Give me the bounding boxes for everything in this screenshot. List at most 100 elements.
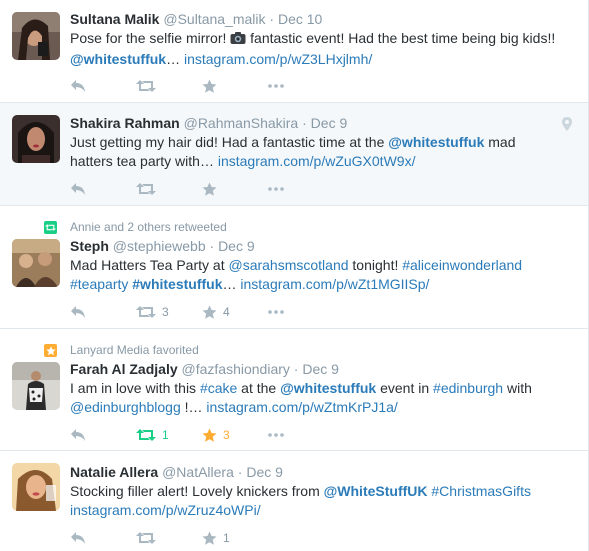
retweet-icon — [136, 305, 156, 319]
fullname[interactable]: Farah Al Zadjaly — [70, 361, 178, 377]
favorite-button[interactable]: 4 — [202, 305, 268, 320]
instagram-link[interactable]: instagram.com/p/wZruz4oWPi/ — [70, 502, 261, 518]
more-button[interactable] — [268, 310, 334, 314]
timestamp[interactable]: Dec 9 — [218, 238, 255, 254]
avatar[interactable] — [12, 12, 60, 60]
text-segment: !… — [180, 399, 207, 415]
separator-dot: · — [293, 361, 299, 377]
retweet-count[interactable]: 1 — [162, 428, 169, 442]
more-button[interactable] — [268, 187, 334, 191]
retweet-button[interactable] — [136, 79, 202, 93]
hashtag-link[interactable]: #edinburgh — [433, 380, 503, 396]
retweet-icon — [136, 531, 156, 545]
username[interactable]: @fazfashiondiary — [182, 361, 290, 377]
instagram-link[interactable]: instagram.com/p/wZuGX0tW9x/ — [218, 153, 416, 169]
reply-button[interactable] — [70, 428, 136, 442]
instagram-link[interactable]: instagram.com/p/wZ3LHxjlmh/ — [184, 51, 372, 67]
tweet-header: Steph @stephiewebb · Dec 9 — [70, 236, 578, 256]
tweet-shakira[interactable]: Shakira Rahman @RahmanShakira · Dec 9 Ju… — [0, 103, 588, 206]
tweet-natalie[interactable]: Natalie Allera @NatAllera · Dec 9 Stocki… — [0, 451, 588, 551]
reply-button[interactable] — [70, 79, 136, 93]
tweet-steph[interactable]: Annie and 2 others retweeted Steph @step… — [0, 206, 588, 329]
favorite-count[interactable]: 1 — [223, 531, 230, 545]
hashtag-link[interactable]: #whitestuffuk — [132, 276, 222, 292]
timestamp[interactable]: Dec 10 — [278, 11, 322, 27]
reply-button[interactable] — [70, 531, 136, 545]
hashtag-link[interactable]: #aliceinwonderland — [402, 257, 522, 273]
reply-icon — [70, 79, 86, 93]
tweet-actions: 1 3 — [70, 425, 334, 445]
username[interactable]: @stephiewebb — [113, 238, 206, 254]
username[interactable]: @Sultana_malik — [163, 11, 265, 27]
favorite-button[interactable]: 3 — [202, 428, 268, 443]
timestamp[interactable]: Dec 9 — [311, 115, 348, 131]
favorite-icon — [202, 182, 217, 197]
tweet-stream: Sultana Malik @Sultana_malik · Dec 10 Po… — [0, 0, 589, 551]
retweet-button[interactable]: 3 — [136, 305, 202, 319]
tweet-header: Farah Al Zadjaly @fazfashiondiary · Dec … — [70, 359, 578, 379]
hashtag-link[interactable]: #teaparty — [70, 276, 128, 292]
instagram-link[interactable]: instagram.com/p/wZt1MGIISp/ — [240, 276, 429, 292]
favorite-button[interactable]: 1 — [202, 531, 268, 546]
more-icon — [268, 310, 284, 314]
fullname[interactable]: Steph — [70, 238, 109, 254]
avatar[interactable] — [12, 239, 60, 287]
mention-link[interactable]: @edinburghblogg — [70, 399, 181, 415]
more-button[interactable] — [268, 433, 334, 437]
reply-button[interactable] — [70, 305, 136, 319]
username[interactable]: @NatAllera — [162, 464, 234, 480]
favorite-icon — [202, 305, 217, 320]
avatar[interactable] — [12, 463, 60, 511]
favorite-icon — [202, 531, 217, 546]
more-icon — [268, 84, 284, 88]
favorite-context[interactable]: Lanyard Media favorited — [70, 342, 199, 358]
retweet-context[interactable]: Annie and 2 others retweeted — [70, 219, 227, 235]
timestamp[interactable]: Dec 9 — [246, 464, 283, 480]
text-segment: with — [503, 380, 532, 396]
tweet-farah[interactable]: Lanyard Media favorited Farah Al Zadjaly… — [0, 329, 588, 451]
separator-dot: · — [269, 11, 275, 27]
mention-link[interactable]: @WhiteStuffUK — [324, 483, 428, 499]
text-segment: tonight! — [348, 257, 403, 273]
retweet-button[interactable]: 1 — [136, 428, 202, 442]
retweet-context-icon — [44, 221, 57, 234]
more-button[interactable] — [268, 84, 334, 88]
reply-icon — [70, 182, 86, 196]
timestamp[interactable]: Dec 9 — [302, 361, 339, 377]
text-segment: Just getting my hair did! Had a fantasti… — [70, 134, 389, 150]
favorite-button[interactable] — [202, 79, 268, 94]
avatar[interactable] — [12, 362, 60, 410]
instagram-link[interactable]: instagram.com/p/wZtmKrPJ1a/ — [206, 399, 397, 415]
mention-link[interactable]: @sarahsmscotland — [228, 257, 348, 273]
location-pin-icon[interactable] — [562, 117, 572, 134]
tweet-sultana[interactable]: Sultana Malik @Sultana_malik · Dec 10 Po… — [0, 0, 588, 103]
camera-icon — [230, 31, 246, 50]
tweet-actions — [70, 179, 334, 199]
reply-button[interactable] — [70, 182, 136, 196]
fullname[interactable]: Shakira Rahman — [70, 115, 180, 131]
favorite-button[interactable] — [202, 182, 268, 197]
mention-link[interactable]: @whitestuffuk — [280, 380, 376, 396]
separator-dot: · — [237, 464, 243, 480]
reply-icon — [70, 428, 86, 442]
fullname[interactable]: Sultana Malik — [70, 11, 159, 27]
retweet-button[interactable] — [136, 531, 202, 545]
hashtag-link[interactable]: #ChristmasGifts — [431, 483, 531, 499]
retweet-button[interactable] — [136, 182, 202, 196]
tweet-actions: 3 4 — [70, 302, 334, 322]
separator-dot: · — [302, 115, 307, 131]
text-segment: hatters tea party with… — [70, 153, 218, 169]
hashtag-link[interactable]: #cake — [200, 380, 237, 396]
ellipsis: … — [166, 51, 181, 67]
favorite-icon — [202, 428, 217, 443]
ellipsis: … — [222, 276, 241, 292]
favorite-count[interactable]: 3 — [223, 428, 230, 442]
favorite-icon — [202, 79, 217, 94]
retweet-count[interactable]: 3 — [162, 305, 169, 319]
favorite-count[interactable]: 4 — [223, 305, 230, 319]
mention-link[interactable]: @whitestuffuk — [388, 134, 484, 150]
mention-link[interactable]: @whitestuffuk — [70, 51, 166, 67]
fullname[interactable]: Natalie Allera — [70, 464, 158, 480]
username[interactable]: @RahmanShakira — [184, 115, 299, 131]
avatar[interactable] — [12, 115, 60, 163]
